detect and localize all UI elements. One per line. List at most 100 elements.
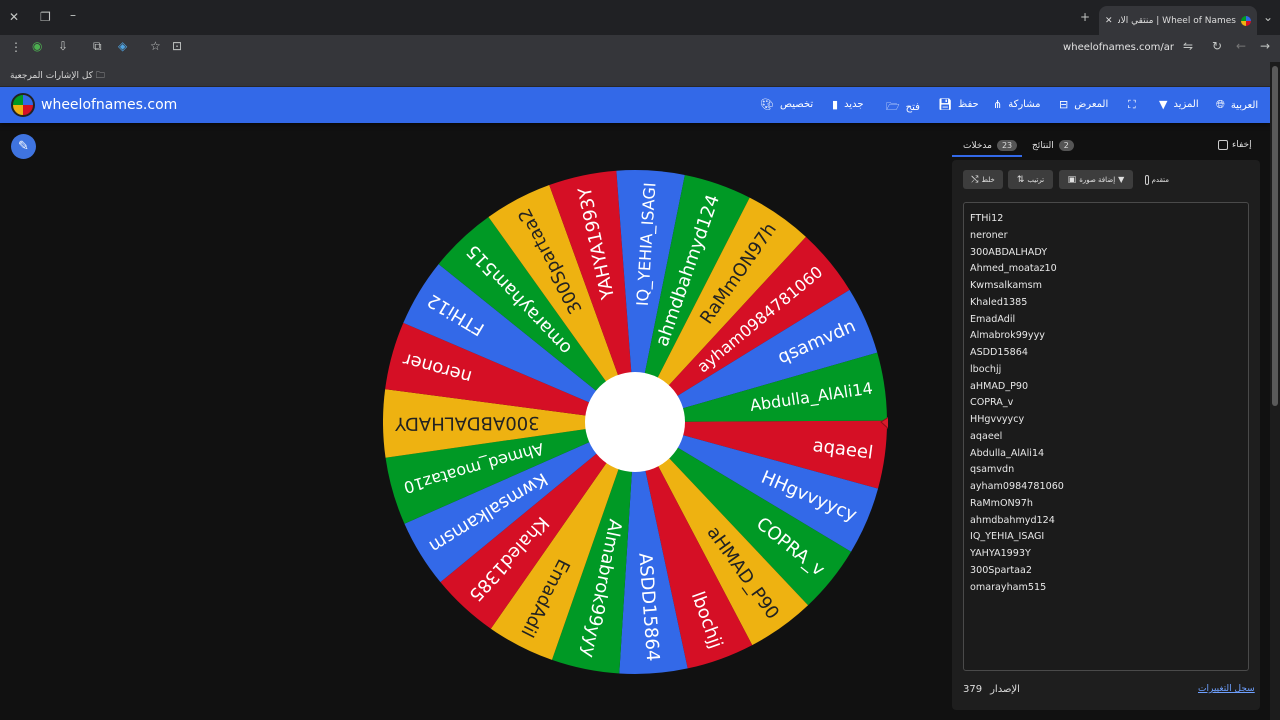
tab-favicon-icon [1241, 15, 1251, 26]
tab-results[interactable]: النتائج 2 [1032, 140, 1074, 151]
profile-icon[interactable]: ◉ [32, 40, 42, 52]
image-icon: ▣ [1067, 174, 1077, 185]
advanced-checkbox[interactable] [1145, 174, 1149, 185]
entry-line: Khaled1385 [970, 296, 1028, 308]
new-tab-icon[interactable]: + [1080, 11, 1090, 23]
shuffle-button[interactable]: ⤭ خلط [963, 170, 1003, 189]
entry-line: FTHi12 [970, 213, 1004, 224]
menu-gallery-label: المعرض [1074, 99, 1109, 110]
tab-entries[interactable]: مدخلات 23 [963, 140, 1018, 151]
chevron-down-icon: ▼ [1118, 175, 1125, 184]
wheel-center-hub[interactable] [585, 372, 685, 472]
entry-line: Kwmsalkamsm [970, 280, 1042, 291]
sort-button[interactable]: ⇅ ترتيب [1008, 170, 1053, 189]
bookmark-star-icon[interactable]: ☆ [150, 40, 161, 52]
menu-more-label: المزيد [1173, 99, 1199, 110]
sort-label: ترتيب [1027, 175, 1045, 184]
wheel-logo-icon[interactable] [11, 93, 35, 117]
entry-line: aqaeel [970, 430, 1003, 442]
close-window-icon[interactable]: ✕ [9, 11, 19, 23]
minimize-window-icon[interactable]: – [70, 9, 76, 21]
entry-line: ayham0984781060 [970, 481, 1064, 492]
pencil-icon: ✎ [18, 139, 29, 154]
extensions-icon[interactable]: ⧉ [93, 40, 102, 52]
tab-search-icon[interactable]: ⌄ [1263, 11, 1273, 23]
menu-language-label: العربية [1230, 99, 1259, 111]
tab-entries-label: مدخلات [963, 140, 992, 151]
results-count-badge: 2 [1058, 140, 1074, 151]
version-info: 379 الإصدار [963, 684, 1020, 695]
entry-line: ahmdbahmyd124 [970, 514, 1055, 526]
site-settings-icon[interactable]: ⇋ [1183, 40, 1193, 52]
version-number: 379 [963, 684, 983, 695]
tab-results-label: النتائج [1032, 140, 1054, 151]
shuffle-label: خلط [981, 175, 995, 184]
entry-line: EmadAdil [970, 313, 1016, 325]
palette-icon: 🎨︎ [760, 98, 774, 111]
version-label: الإصدار [990, 684, 1020, 695]
file-icon: ▮ [832, 98, 839, 111]
menu-save[interactable]: 💾︎ حفظ [938, 98, 979, 111]
brand-name[interactable]: wheelofnames.com [41, 97, 177, 113]
menu-save-label: حفظ [957, 99, 979, 110]
entry-line: aHMAD_P90 [970, 380, 1029, 392]
browser-tab-bar: ✕ ❐ – + ✕ Wheel of Names | منتقي الاسم ا… [0, 0, 1280, 35]
wheel-slice-label-group: 300ABDALHADY [394, 412, 540, 434]
entry-line: omarayham515 [970, 581, 1047, 593]
entry-line: RaMmON97h [970, 497, 1033, 509]
menu-open-label: فتح [905, 102, 920, 113]
entry-line: Abdulla_AlAli14 [970, 447, 1045, 459]
folder-open-icon: 🗁 [886, 100, 900, 113]
tab-close-icon[interactable]: ✕ [1105, 16, 1113, 26]
menu-open[interactable]: 🗁 فتح [886, 98, 920, 117]
install-app-icon[interactable]: ⊡ [172, 40, 182, 52]
menu-share[interactable]: ⋔ مشاركة [993, 98, 1041, 111]
menu-gallery[interactable]: ⊟ المعرض [1059, 98, 1108, 111]
entry-line: IQ_YEHIA_ISAGI [970, 531, 1045, 543]
menu-customize[interactable]: 🎨︎ تخصيص [760, 98, 813, 111]
reload-icon[interactable]: ↻ [1212, 40, 1222, 52]
hide-label: إخفاء [1232, 140, 1252, 150]
hide-toggle[interactable]: إخفاء [1218, 140, 1252, 150]
menu-customize-label: تخصيص [779, 99, 814, 110]
menu-share-label: مشاركة [1008, 99, 1041, 110]
hide-checkbox[interactable] [1218, 140, 1228, 150]
menu-dots-icon[interactable]: ⋮ [10, 41, 22, 53]
add-image-dropdown[interactable]: ▣ إضافة صورة ▼ [1059, 170, 1133, 189]
tab-title: Wheel of Names | منتقي الاسم العشوائي [1118, 15, 1236, 26]
name-wheel[interactable]: aqaeelHHgvvyycyCOPRA_vaHMAD_P90lbochjjAS… [383, 158, 888, 688]
back-icon[interactable]: → [1260, 40, 1270, 52]
advanced-toggle[interactable]: متقدم [1140, 170, 1174, 189]
caret-down-icon: ▼ [1159, 98, 1168, 111]
url-text[interactable]: wheelofnames.com/ar [1063, 42, 1174, 53]
changelog-link[interactable]: سجل التغييرات [1198, 684, 1255, 694]
menu-fullscreen[interactable]: ⛶ [1128, 98, 1136, 112]
globe-icon: 🌐︎ [1216, 98, 1225, 111]
entry-line: YAHYA1993Y [970, 548, 1031, 559]
browser-tab[interactable]: ✕ Wheel of Names | منتقي الاسم العشوائي [1099, 6, 1257, 35]
gallery-icon: ⊟ [1059, 98, 1069, 111]
entries-textarea[interactable]: FTHi12 neroner 300ABDALHADY Ahmed_moataz10 K… [963, 202, 1249, 671]
sort-icon: ⇅ [1016, 174, 1025, 185]
all-bookmarks-label: كل الإشارات المرجعية [10, 71, 93, 81]
folder-icon: 🗀 [95, 71, 105, 81]
edit-pencil-button[interactable]: ✎ [11, 134, 36, 159]
entry-line: ASDD15864 [970, 347, 1028, 358]
app-header: wheelofnames.com 🎨︎ تخصيص ▮ جديد 🗁 فتح 💾… [0, 87, 1270, 123]
menu-language[interactable]: 🌐︎ العربية [1216, 98, 1258, 112]
advanced-label: متقدم [1151, 175, 1169, 184]
entry-line: neroner [970, 229, 1008, 241]
add-image-label: إضافة صورة [1079, 175, 1116, 184]
all-bookmarks-item[interactable]: كل الإشارات المرجعية 🗀 [10, 68, 105, 84]
entry-line: Ahmed_moataz10 [970, 263, 1057, 275]
entry-line: lbochjj [970, 363, 1002, 375]
entries-count-badge: 23 [996, 140, 1018, 151]
downloads-icon[interactable]: ⇩ [58, 40, 68, 52]
entry-line: 300Spartaa2 [970, 564, 1032, 576]
forward-icon[interactable]: ← [1236, 40, 1246, 52]
menu-new[interactable]: ▮ جديد [832, 98, 864, 111]
restore-window-icon[interactable]: ❐ [40, 11, 51, 23]
menu-more[interactable]: ▼ المزيد [1159, 98, 1199, 111]
media-icon[interactable]: ◈ [118, 40, 127, 52]
scrollbar-thumb[interactable] [1272, 66, 1278, 406]
